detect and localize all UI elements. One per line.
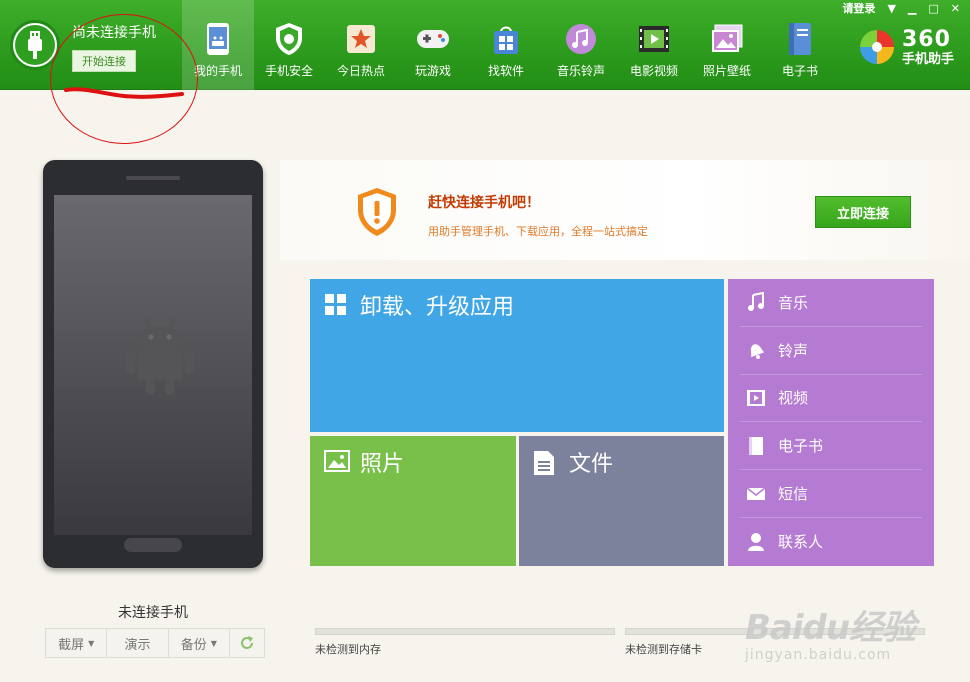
media-side-list: 音乐 铃声 视频 电子书 短信 联系人	[728, 279, 934, 566]
bell-icon	[744, 340, 768, 360]
tab-music-ringtones[interactable]: 音乐铃声	[545, 0, 617, 90]
baidu-watermark: Baidu经验 jingyan.baidu.com	[745, 600, 916, 663]
brand-number: 360	[902, 26, 951, 52]
tab-label: 玩游戏	[414, 64, 451, 78]
shield-icon	[272, 22, 306, 56]
tab-label: 照片壁纸	[702, 64, 751, 78]
tab-play-games[interactable]: 玩游戏	[397, 0, 469, 90]
chevron-down-icon: ▼	[88, 638, 95, 648]
top-bar: 尚未连接手机 开始连接 我的手机 手机安全 今日热点 玩游戏 找软件 音乐铃声 …	[0, 0, 970, 90]
phone-speaker	[126, 176, 180, 180]
android-icon	[126, 318, 194, 395]
login-link[interactable]: 请登录	[842, 0, 875, 16]
memory-storage: 未检测到内存	[315, 628, 615, 657]
video-icon	[744, 389, 768, 407]
star-icon	[344, 22, 378, 56]
tab-find-software[interactable]: 找软件	[470, 0, 542, 90]
backup-label: 备份	[180, 637, 207, 653]
film-icon	[637, 22, 671, 56]
start-connect-button[interactable]: 开始连接	[72, 50, 136, 72]
side-item-label: 视频	[778, 389, 809, 408]
phone-action-bar: 截屏 ▼ 演示 备份 ▼	[45, 628, 265, 658]
phone-screen	[54, 195, 252, 535]
bag-icon	[489, 22, 523, 56]
tab-ebooks[interactable]: 电子书	[764, 0, 836, 90]
memory-label: 未检测到内存	[315, 643, 381, 656]
person-icon	[744, 532, 768, 552]
photos-tile[interactable]: 照片	[310, 436, 516, 566]
phone-status-label: 未连接手机	[118, 605, 188, 621]
maximize-icon[interactable]: □	[928, 2, 938, 15]
screenshot-label: 截屏	[58, 637, 85, 653]
side-item-music[interactable]: 音乐	[740, 279, 922, 327]
tab-today-hot[interactable]: 今日热点	[325, 0, 397, 90]
refresh-button[interactable]	[230, 629, 264, 657]
document-icon	[534, 451, 554, 475]
tab-label: 电子书	[781, 64, 818, 78]
side-item-label: 短信	[778, 485, 809, 504]
side-item-ebooks[interactable]: 电子书	[740, 422, 922, 471]
menu-dropdown-icon[interactable]: ▼	[887, 2, 895, 15]
connect-banner: 赶快连接手机吧！ 用助手管理手机、下载应用，全程一站式搞定 立即连接	[280, 160, 970, 260]
memory-bar	[315, 628, 615, 635]
chevron-down-icon: ▼	[210, 638, 217, 648]
grid-icon	[325, 294, 346, 315]
picture-icon	[710, 22, 744, 56]
side-item-videos[interactable]: 视频	[740, 375, 922, 423]
banner-title: 赶快连接手机吧！	[428, 195, 540, 211]
files-tile-label: 文件	[569, 452, 614, 477]
connection-status: 尚未连接手机	[72, 25, 156, 41]
tab-label: 找软件	[487, 64, 524, 78]
usb-connection-icon[interactable]	[10, 20, 60, 70]
tab-label: 电影视频	[629, 64, 678, 78]
side-item-label: 联系人	[778, 533, 824, 552]
warning-shield-icon	[358, 188, 396, 236]
screenshot-button[interactable]: 截屏 ▼	[46, 629, 108, 657]
close-icon[interactable]: ✕	[951, 2, 960, 15]
tab-phone-security[interactable]: 手机安全	[253, 0, 325, 90]
photos-tile-label: 照片	[360, 452, 405, 477]
tab-my-phone[interactable]: 我的手机	[182, 0, 254, 90]
brand-name: 手机助手	[902, 51, 955, 67]
side-item-label: 音乐	[778, 293, 809, 312]
connect-now-button[interactable]: 立即连接	[815, 196, 911, 228]
music-note-icon	[744, 292, 768, 312]
tab-label: 音乐铃声	[556, 64, 605, 78]
music-icon	[564, 22, 598, 56]
banner-subtitle: 用助手管理手机、下载应用，全程一站式搞定	[428, 225, 648, 238]
window-controls: 请登录 ▼ ▁ □ ✕	[842, 0, 970, 16]
gamepad-icon	[416, 22, 450, 56]
watermark-logo: Baidu经验	[745, 608, 916, 648]
side-item-ringtones[interactable]: 铃声	[740, 327, 922, 375]
tab-label: 今日热点	[336, 64, 385, 78]
tab-label: 手机安全	[264, 64, 313, 78]
side-item-sms[interactable]: 短信	[740, 470, 922, 518]
ebook-icon	[744, 436, 768, 456]
demo-label: 演示	[124, 637, 151, 653]
side-item-contacts[interactable]: 联系人	[740, 518, 922, 566]
brand-logo: 360 手机助手	[858, 28, 954, 66]
phone-home-button	[124, 538, 182, 552]
refresh-icon	[241, 636, 253, 649]
photo-icon	[324, 450, 350, 472]
demo-button[interactable]: 演示	[107, 629, 169, 657]
tab-label: 我的手机	[193, 64, 242, 78]
side-item-label: 铃声	[778, 341, 809, 360]
envelope-icon	[744, 486, 768, 501]
phone-illustration	[43, 160, 263, 568]
tab-photos-wallpaper[interactable]: 照片壁纸	[691, 0, 763, 90]
tab-movies-videos[interactable]: 电影视频	[618, 0, 690, 90]
files-tile[interactable]: 文件	[519, 436, 724, 566]
book-icon	[783, 22, 817, 56]
phone-icon	[201, 22, 235, 56]
side-item-label: 电子书	[778, 437, 824, 456]
backup-button[interactable]: 备份 ▼	[169, 629, 230, 657]
minimize-icon[interactable]: ▁	[908, 2, 916, 15]
watermark-url: jingyan.baidu.com	[745, 647, 892, 663]
apps-tile[interactable]: 卸载、升级应用	[310, 279, 724, 432]
apps-tile-label: 卸载、升级应用	[360, 295, 515, 320]
360-logo-icon	[860, 30, 894, 64]
